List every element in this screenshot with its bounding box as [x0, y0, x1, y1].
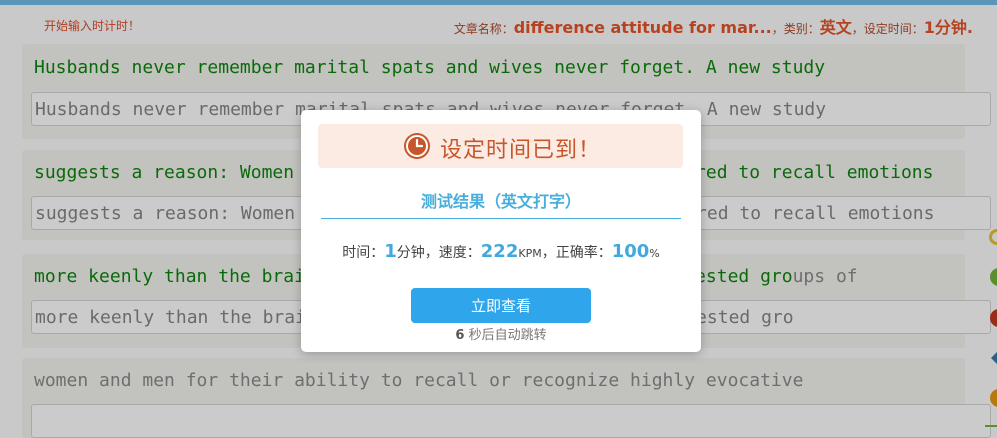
side-icon-3[interactable]	[990, 309, 997, 327]
time-value: 1	[384, 241, 397, 262]
time-up-dialog: 设定时间已到！ 测试结果（英文打字） 时间：1分钟，速度：222KPM，正确率：…	[301, 110, 701, 352]
redirect-countdown: 6 秒后自动跳转	[301, 324, 701, 343]
source-line-4: women and men for their ability to recal…	[34, 370, 804, 391]
side-icon-4[interactable]	[991, 352, 997, 364]
typing-panel-4: women and men for their ability to recal…	[22, 358, 991, 438]
article-label: 文章名称：	[453, 22, 514, 36]
accuracy-unit: %	[649, 247, 660, 260]
article-name: difference attitude for mar...	[513, 18, 772, 37]
source-line-1: Husbands never remember marital spats an…	[34, 57, 826, 78]
view-now-button[interactable]: 立即查看	[411, 288, 591, 323]
time-unit: 分钟，速度：	[396, 245, 481, 261]
side-icon-divider	[985, 425, 997, 427]
dialog-title: 设定时间已到！	[440, 138, 602, 163]
side-icon-2[interactable]	[990, 268, 997, 286]
result-stats: 时间：1分钟，速度：222KPM，正确率：100%	[301, 241, 701, 262]
speed-value: 222	[480, 241, 519, 262]
accuracy-label: ，正确率：	[541, 245, 612, 261]
source-line-3-remaining: ups of	[792, 266, 858, 287]
category-label: ，类别：	[771, 22, 820, 36]
clock-icon	[404, 133, 430, 159]
time-value: 1分钟.	[923, 18, 973, 37]
article-info: 文章名称：difference attitude for mar...，类别：英…	[454, 14, 973, 38]
dialog-header: 设定时间已到！	[318, 124, 683, 168]
countdown-text: 秒后自动跳转	[464, 328, 547, 343]
start-prompt: 开始输入时计时！	[44, 19, 141, 33]
speed-unit: KPM	[518, 247, 542, 260]
side-icon-1[interactable]	[989, 229, 997, 245]
divider	[321, 218, 681, 219]
category-value: 英文	[819, 18, 852, 37]
result-subtitle: 测试结果（英文打字）	[420, 192, 581, 211]
top-border	[0, 0, 997, 5]
time-label: 时间：	[342, 245, 385, 261]
side-icon-5[interactable]	[990, 389, 997, 407]
accuracy-value: 100	[611, 241, 650, 262]
time-label: ，设定时间：	[851, 22, 924, 36]
